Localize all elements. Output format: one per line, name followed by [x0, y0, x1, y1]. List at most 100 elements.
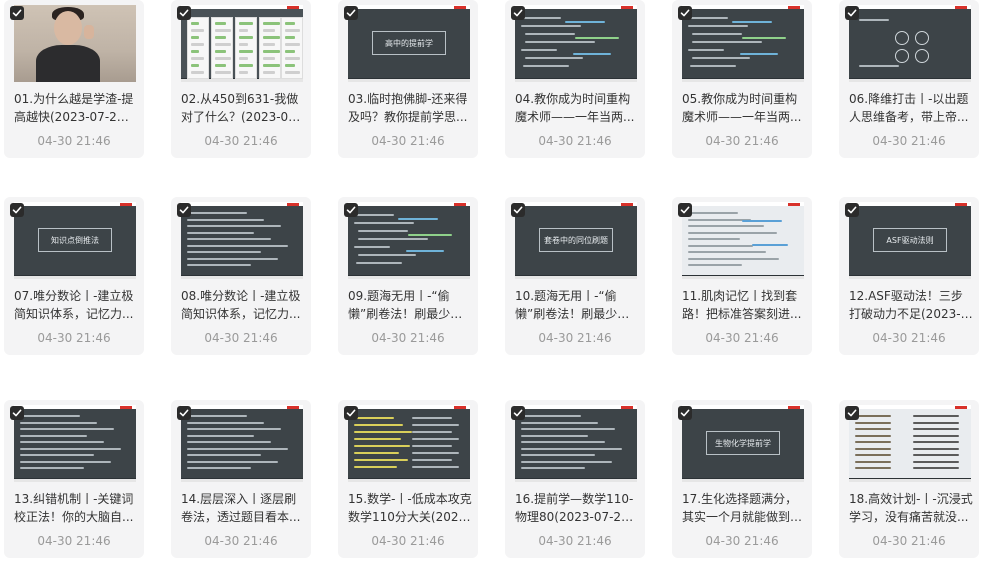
slide-text-line — [688, 244, 753, 247]
video-card[interactable]: 14.层层深入丨逐层刷卷法，透过题目看本... 04-30 21:46 — [171, 400, 311, 558]
video-thumbnail[interactable]: 生物化学提前学 — [682, 405, 804, 482]
video-title[interactable]: 05.教你成为时间重构魔术师——一年当两... — [682, 90, 806, 126]
select-checkbox[interactable] — [511, 203, 525, 217]
video-card[interactable]: 05.教你成为时间重构魔术师——一年当两... 04-30 21:46 — [672, 0, 812, 158]
slide-text-line — [354, 214, 394, 216]
video-title[interactable]: 18.高效计划-丨-沉浸式学习，没有痛苦就没... — [849, 490, 973, 526]
select-checkbox[interactable] — [344, 406, 358, 420]
select-checkbox[interactable] — [845, 203, 859, 217]
video-thumbnail[interactable] — [849, 5, 971, 82]
video-title[interactable]: 10.题海无用丨-“偷懒”刷卷法！刷最少的题... — [515, 287, 639, 323]
video-card[interactable]: ASF驱动法则 12.ASF驱动法！三步打破动力不足(2023-07-... 04-… — [839, 197, 979, 355]
video-thumbnail[interactable] — [515, 405, 637, 482]
slide-text-line — [855, 454, 891, 456]
select-checkbox[interactable] — [177, 6, 191, 20]
select-checkbox[interactable] — [10, 406, 24, 420]
video-card[interactable]: 04.教你成为时间重构魔术师——一年当两... 04-30 21:46 — [505, 0, 645, 158]
video-title[interactable]: 07.唯分数论丨-建立极简知识体系，记忆力... — [14, 287, 138, 323]
slide-text-line — [688, 225, 764, 227]
slide-text-line — [20, 441, 104, 443]
upload-date: 04-30 21:46 — [37, 534, 111, 548]
video-title[interactable]: 13.纠错机制丨-关键词校正法！你的大脑自... — [14, 490, 138, 526]
select-checkbox[interactable] — [177, 406, 191, 420]
video-card[interactable]: 知识点倒推法 07.唯分数论丨-建立极简知识体系，记忆力... 04-30 21:4… — [4, 197, 144, 355]
upload-date: 04-30 21:46 — [872, 534, 946, 548]
video-card[interactable]: 高中的提前学 03.临时抱佛脚-还来得及吗？教你提前学思... 04-30 21:4… — [338, 0, 478, 158]
video-thumbnail[interactable] — [348, 202, 470, 279]
select-checkbox[interactable] — [678, 406, 692, 420]
video-title[interactable]: 17.生化选择题满分，其实一个月就能做到(20... — [682, 490, 806, 526]
upload-date: 04-30 21:46 — [204, 534, 278, 548]
video-thumbnail[interactable] — [181, 202, 303, 279]
slide-text-line — [521, 17, 561, 19]
video-title[interactable]: 01.为什么越是学渣-提高越快(2023-07-26).... — [14, 90, 138, 126]
slide-text-line — [20, 454, 94, 456]
video-thumbnail[interactable]: 高中的提前学 — [348, 5, 470, 82]
video-card[interactable]: 02.从450到631-我做对了什么？(2023-07-2... 04-30 21… — [171, 0, 311, 158]
slide-title: 高中的提前学 — [372, 31, 446, 55]
video-card[interactable]: 08.唯分数论丨-建立极简知识体系，记忆力... 04-30 21:46 — [171, 197, 311, 355]
video-card[interactable]: 15.数学-丨-低成本攻克数学110分大关(2023... 04-30 21:46 — [338, 400, 478, 558]
video-title[interactable]: 15.数学-丨-低成本攻克数学110分大关(2023... — [348, 490, 472, 526]
video-card[interactable]: 16.提前学—数学110-物理80(2023-07-26).... 04-30 2… — [505, 400, 645, 558]
video-thumbnail[interactable] — [14, 405, 136, 482]
video-title[interactable]: 03.临时抱佛脚-还来得及吗？教你提前学思... — [348, 90, 472, 126]
upload-date: 04-30 21:46 — [37, 134, 111, 148]
media-grid: 01.为什么越是学渣-提高越快(2023-07-26).... 04-30 21:… — [0, 0, 1008, 576]
select-checkbox[interactable] — [177, 203, 191, 217]
check-icon — [346, 9, 356, 17]
video-card[interactable]: 09.题海无用丨-“偷懒”刷卷法！刷最少的题... 04-30 21:46 — [338, 197, 478, 355]
video-thumbnail[interactable] — [682, 202, 804, 279]
slide-text-line — [412, 459, 452, 461]
video-thumbnail[interactable] — [849, 405, 971, 482]
video-card[interactable]: 套卷中的同位刷题 10.题海无用丨-“偷懒”刷卷法！刷最少的题... 04-30 2… — [505, 197, 645, 355]
video-title[interactable]: 06.降维打击丨-以出题人思维备考，带上帝... — [849, 90, 973, 126]
slide-text-line — [521, 467, 585, 469]
video-thumbnail[interactable]: ASF驱动法则 — [849, 202, 971, 279]
slide-text-line — [187, 251, 261, 253]
video-card[interactable]: 01.为什么越是学渣-提高越快(2023-07-26).... 04-30 21:… — [4, 0, 144, 158]
slide-text-line — [187, 428, 281, 430]
video-title[interactable]: 16.提前学—数学110-物理80(2023-07-26).... — [515, 490, 639, 526]
video-thumbnail[interactable] — [348, 405, 470, 482]
video-thumbnail[interactable]: 知识点倒推法 — [14, 202, 136, 279]
slide-text-line — [412, 431, 452, 433]
video-title[interactable]: 12.ASF驱动法！三步打破动力不足(2023-07-... — [849, 287, 973, 323]
slide-preview: ASF驱动法则 — [849, 203, 971, 279]
slide-text-line — [354, 438, 401, 440]
video-title[interactable]: 04.教你成为时间重构魔术师——一年当两... — [515, 90, 639, 126]
video-title[interactable]: 14.层层深入丨逐层刷卷法，透过题目看本... — [181, 490, 305, 526]
video-thumbnail[interactable]: 套卷中的同位刷题 — [515, 202, 637, 279]
select-checkbox[interactable] — [845, 6, 859, 20]
slide-text-line — [688, 49, 724, 51]
video-card[interactable]: 13.纠错机制丨-关键词校正法！你的大脑自... 04-30 21:46 — [4, 400, 144, 558]
select-checkbox[interactable] — [678, 6, 692, 20]
slide-preview — [348, 203, 470, 279]
select-checkbox[interactable] — [10, 203, 24, 217]
video-title[interactable]: 09.题海无用丨-“偷懒”刷卷法！刷最少的题... — [348, 287, 472, 323]
video-card[interactable]: 11.肌肉记忆丨找到套路！把标准答案刻进... 04-30 21:46 — [672, 197, 812, 355]
video-card[interactable]: 18.高效计划-丨-沉浸式学习，没有痛苦就没... 04-30 21:46 — [839, 400, 979, 558]
select-checkbox[interactable] — [511, 406, 525, 420]
video-card[interactable]: 生物化学提前学 17.生化选择题满分，其实一个月就能做到(20... 04-30 2… — [672, 400, 812, 558]
video-title[interactable]: 08.唯分数论丨-建立极简知识体系，记忆力... — [181, 287, 305, 323]
slide-preview — [181, 203, 303, 279]
select-checkbox[interactable] — [678, 203, 692, 217]
video-title[interactable]: 11.肌肉记忆丨找到套路！把标准答案刻进... — [682, 287, 806, 323]
select-checkbox[interactable] — [10, 6, 24, 20]
video-thumbnail[interactable] — [181, 5, 303, 82]
video-thumbnail[interactable] — [682, 5, 804, 82]
video-card[interactable]: 06.降维打击丨-以出题人思维备考，带上帝... 04-30 21:46 — [839, 0, 979, 158]
video-thumbnail[interactable] — [181, 405, 303, 482]
slide-text-line — [20, 428, 114, 430]
video-title[interactable]: 02.从450到631-我做对了什么？(2023-07-2... — [181, 90, 305, 126]
select-checkbox[interactable] — [511, 6, 525, 20]
video-thumbnail[interactable] — [515, 5, 637, 82]
select-checkbox[interactable] — [845, 406, 859, 420]
select-checkbox[interactable] — [344, 203, 358, 217]
select-checkbox[interactable] — [344, 6, 358, 20]
slide-text-line — [855, 467, 891, 469]
video-thumbnail[interactable] — [14, 5, 136, 82]
slide-text-line — [187, 460, 278, 463]
slide-text-line — [855, 428, 891, 430]
